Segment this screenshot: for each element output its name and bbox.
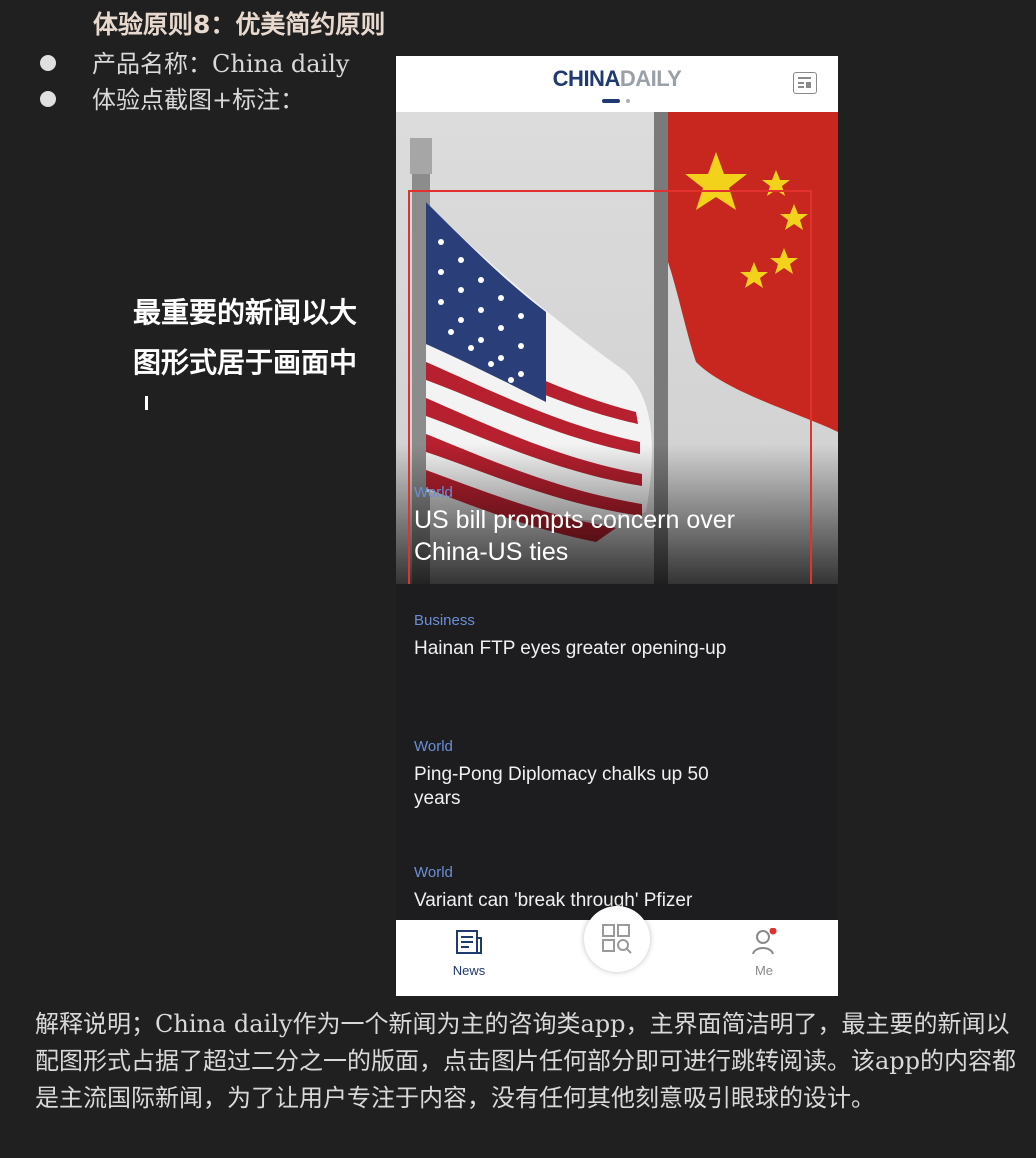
discover-grid-icon: [602, 924, 632, 954]
bullet-dot-icon: [40, 54, 56, 71]
document-title: 体验原则8：优美简约原则: [93, 10, 386, 39]
logo-china-text: CHINA: [552, 66, 621, 91]
newspaper-icon: [456, 930, 482, 954]
discover-button[interactable]: [584, 906, 650, 972]
annotation-text: 最重要的新闻以大图形式居于画面中: [133, 296, 358, 379]
tab-me-label: Me: [754, 963, 774, 978]
tab-news[interactable]: News: [429, 928, 509, 978]
app-header: CHINADAILY: [396, 56, 838, 112]
news-headline[interactable]: Hainan FTP eyes greater opening-up: [414, 637, 744, 661]
list-item[interactable]: World Variant can 'break through' Pfizer: [414, 864, 744, 913]
app-screenshot: CHINADAILY World US bill prompts concern…: [396, 56, 838, 996]
china-daily-logo[interactable]: CHINADAILY: [396, 66, 838, 92]
bullet-text: 产品名称：China daily: [92, 50, 350, 78]
logo-daily-text: DAILY: [619, 66, 682, 91]
news-category[interactable]: World: [414, 738, 744, 755]
hero-news-card[interactable]: World US bill prompts concern over China…: [396, 112, 838, 584]
menu-list-icon[interactable]: [793, 72, 817, 94]
person-icon: [752, 927, 777, 955]
page-indicator-active: [602, 99, 620, 103]
news-headline[interactable]: Variant can 'break through' Pfizer: [414, 889, 744, 913]
explanation-text: 解释说明；China daily作为一个新闻为主的咨询类app，主界面简洁明了，…: [35, 1010, 1017, 1112]
bullet-text: 体验点截图+标注：: [92, 86, 305, 114]
news-headline[interactable]: Ping-Pong Diplomacy chalks up 50 years: [414, 763, 744, 811]
tab-me[interactable]: Me: [724, 927, 804, 978]
bullet-dot-icon: [40, 90, 56, 107]
annotation-tick: [145, 396, 148, 410]
news-category[interactable]: World: [414, 864, 744, 881]
notification-dot: [769, 927, 777, 935]
bullet-product-name: 产品名称：China daily: [40, 44, 349, 79]
list-item[interactable]: World Ping-Pong Diplomacy chalks up 50 y…: [414, 738, 744, 811]
bullet-screenshot-label: 体验点截图+标注：: [40, 80, 304, 115]
annotation-note: 最重要的新闻以大图形式居于画面中: [133, 288, 383, 410]
page-indicator-dot: [626, 99, 630, 103]
news-category[interactable]: Business: [414, 612, 744, 629]
annotation-highlight-box: [408, 190, 812, 584]
list-item[interactable]: Business Hainan FTP eyes greater opening…: [414, 612, 744, 661]
tab-news-label: News: [452, 963, 486, 978]
